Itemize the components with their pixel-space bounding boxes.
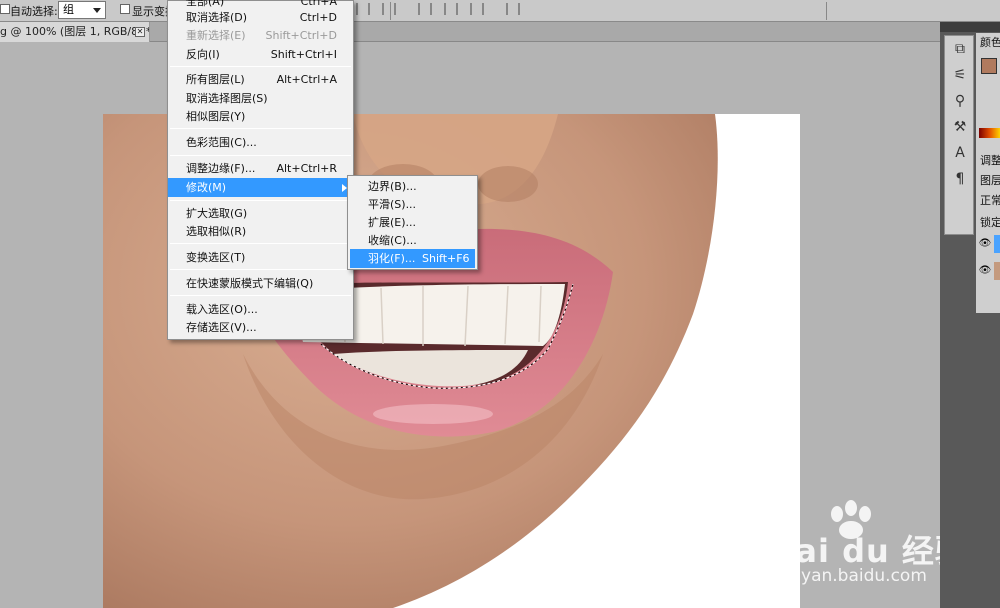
menu-item-save-selection[interactable]: 存储选区(V)...	[168, 318, 353, 337]
distribute-right-icon[interactable]	[470, 3, 484, 15]
align-buttons	[330, 3, 520, 15]
layer-comp-icon[interactable]: ⧉	[945, 36, 975, 62]
tab-layers[interactable]: 图层	[980, 172, 1000, 188]
submenu-item-feather[interactable]: 羽化(F)... Shift+F6	[350, 249, 475, 268]
clone-source-icon[interactable]: ⚲	[945, 88, 975, 114]
auto-align-icon[interactable]	[506, 3, 520, 15]
menu-item-refine-edge[interactable]: 调整边缘(F)... Alt+Ctrl+R	[168, 159, 353, 178]
align-center-icon[interactable]	[356, 3, 370, 15]
submenu-item-contract[interactable]: 收缩(C)...	[350, 231, 475, 250]
panel-icon-strip: ⧉ ⚟ ⚲ ⚒ A ¶	[944, 35, 974, 235]
options-bar: 自动选择: 组 显示变换	[0, 0, 1000, 22]
eye-icon[interactable]: 👁	[978, 265, 992, 277]
menu-separator	[170, 128, 351, 129]
menu-item-similar[interactable]: 选取相似(R)	[168, 222, 353, 241]
menu-separator	[170, 66, 351, 67]
distribute-left-icon[interactable]	[418, 3, 432, 15]
submenu-item-expand[interactable]: 扩展(E)...	[350, 213, 475, 232]
tab-color[interactable]: 颜色	[980, 34, 1000, 50]
tool-preset-icon[interactable]: ⚒	[945, 114, 975, 140]
menu-item-similar-layers[interactable]: 相似图层(Y)	[168, 107, 353, 126]
auto-select-value: 组	[63, 3, 74, 16]
menu-item-load-selection[interactable]: 载入选区(O)...	[168, 300, 353, 319]
blend-mode-dropdown[interactable]: 正常	[980, 192, 1000, 208]
menu-separator	[170, 295, 351, 296]
menu-separator	[170, 269, 351, 270]
toolbar-separator	[826, 2, 827, 20]
document-tab[interactable]: g @ 100% (图层 1, RGB/8) * ✕	[0, 22, 150, 42]
character-icon[interactable]: A	[945, 140, 975, 166]
menu-separator	[170, 155, 351, 156]
select-menu: 全部(A) Ctrl+A 取消选择(D) Ctrl+D 重新选择(E) Shift+C…	[167, 0, 354, 340]
auto-select-label: 自动选择:	[10, 5, 58, 18]
menu-item-deselect-layers[interactable]: 取消选择图层(S)	[168, 89, 353, 108]
menu-item-transform-selection[interactable]: 变换选区(T)	[168, 248, 353, 267]
submenu-item-smooth[interactable]: 平滑(S)...	[350, 195, 475, 214]
dock-header[interactable]	[940, 22, 1000, 32]
menu-item-color-range[interactable]: 色彩范围(C)...	[168, 133, 353, 152]
layer-thumbnail[interactable]	[994, 262, 1000, 280]
menu-item-reselect: 重新选择(E) Shift+Ctrl+D	[186, 29, 337, 42]
menu-separator	[170, 243, 351, 244]
layer-thumbnail[interactable]	[994, 235, 1000, 253]
menu-item-quick-mask[interactable]: 在快速蒙版模式下编辑(Q)	[168, 274, 353, 293]
auto-select-dropdown[interactable]: 组	[58, 1, 106, 19]
brush-preset-icon[interactable]: ⚟	[945, 62, 975, 88]
lock-label: 锁定	[980, 216, 1000, 229]
chevron-down-icon	[93, 8, 101, 13]
paragraph-icon[interactable]: ¶	[945, 166, 975, 192]
align-right-icon[interactable]	[382, 3, 396, 15]
menu-item-deselect[interactable]: 取消选择(D) Ctrl+D	[168, 8, 353, 27]
distribute-center-icon[interactable]	[444, 3, 458, 15]
color-ramp[interactable]	[979, 128, 1000, 138]
document-title: g @ 100% (图层 1, RGB/8) *	[0, 25, 150, 38]
menu-separator	[170, 200, 351, 201]
close-icon[interactable]: ✕	[135, 27, 145, 37]
menu-item-all-layers[interactable]: 所有图层(L) Alt+Ctrl+A	[168, 70, 353, 89]
menu-item-grow[interactable]: 扩大选取(G)	[168, 204, 353, 223]
menu-item-inverse[interactable]: 反向(I) Shift+Ctrl+I	[168, 45, 353, 64]
menu-item-modify[interactable]: 修改(M)	[168, 178, 353, 197]
tab-adjustments[interactable]: 调整	[980, 152, 1000, 168]
foreground-color-swatch[interactable]	[981, 58, 997, 74]
auto-select-checkbox[interactable]	[0, 4, 10, 14]
eye-icon[interactable]: 👁	[978, 238, 992, 250]
show-transform-checkbox[interactable]	[120, 4, 130, 14]
modify-submenu: 边界(B)... 平滑(S)... 扩展(E)... 收缩(C)... 羽化(F…	[347, 175, 478, 270]
watermark-url: jingyan.baidu.com	[770, 566, 927, 586]
submenu-item-border[interactable]: 边界(B)...	[350, 177, 475, 196]
